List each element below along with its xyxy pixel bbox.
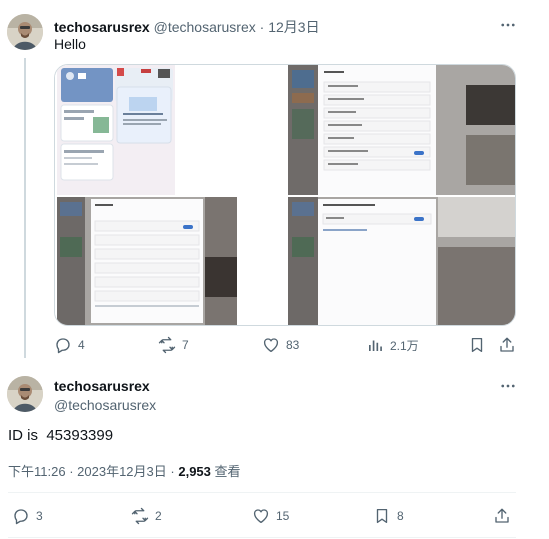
share-icon (500, 337, 514, 352)
avatar[interactable] (7, 14, 43, 50)
reply-icon (14, 509, 28, 525)
bookmark-count: 8 (397, 509, 404, 523)
tweet-text: ID is 45393399 (8, 427, 114, 444)
avatar[interactable] (7, 376, 43, 412)
views-count: 2.1万 (390, 338, 419, 353)
user-handle[interactable]: @techosarusrex (54, 397, 156, 413)
media-grid (54, 64, 516, 326)
thread-connector-line (24, 58, 26, 358)
reply-icon (56, 338, 70, 354)
bookmark-button[interactable] (468, 336, 486, 354)
tweet-header: techosarusrex @techosarusrex · 12月3日 (54, 17, 320, 37)
share-button[interactable] (498, 336, 516, 354)
display-name[interactable]: techosarusrex (54, 19, 150, 35)
media-image-1[interactable] (55, 65, 286, 195)
retweet-button[interactable]: 7 (158, 336, 189, 354)
tweet-date[interactable]: 2023年12月3日 (77, 464, 167, 479)
views-label: 查看 (214, 464, 241, 479)
bookmark-icon (471, 337, 483, 353)
share-button[interactable] (493, 507, 511, 525)
more-icon[interactable] (499, 16, 517, 34)
media-image-2[interactable] (288, 65, 515, 195)
like-count: 83 (286, 338, 300, 352)
like-icon (253, 509, 269, 524)
views-button[interactable]: 2.1万 (366, 336, 419, 354)
tweet-text: Hello (54, 36, 86, 52)
views-count: 2,953 (178, 464, 211, 479)
meta-separator: · (69, 464, 78, 479)
bookmark-button[interactable]: 8 (373, 507, 404, 525)
like-button[interactable]: 83 (262, 336, 299, 354)
divider (8, 492, 516, 493)
share-icon (495, 508, 509, 523)
reply-count: 3 (36, 509, 43, 523)
divider (8, 537, 516, 538)
bookmark-icon (376, 508, 388, 524)
like-icon (263, 338, 279, 353)
tweet-metadata: 下午11:26 · 2023年12月3日 · 2,953 查看 (8, 461, 241, 480)
header-separator: · (259, 19, 265, 35)
retweet-icon (131, 507, 149, 525)
retweet-count: 2 (155, 509, 162, 523)
retweet-button[interactable]: 2 (131, 507, 162, 525)
retweet-count: 7 (182, 338, 189, 352)
more-icon[interactable] (499, 377, 517, 395)
tweet-date[interactable]: 12月3日 (268, 19, 319, 35)
reply-button[interactable]: 3 (12, 507, 43, 525)
like-count: 15 (276, 509, 290, 523)
display-name[interactable]: techosarusrex (54, 378, 150, 394)
media-image-3[interactable] (55, 197, 286, 325)
retweet-icon (158, 336, 176, 354)
views-icon (369, 340, 382, 351)
reply-count: 4 (78, 338, 85, 352)
media-image-4[interactable] (288, 197, 515, 325)
like-button[interactable]: 15 (252, 507, 289, 525)
tweet-time[interactable]: 下午11:26 (8, 464, 66, 479)
user-handle[interactable]: @techosarusrex (154, 19, 256, 35)
reply-button[interactable]: 4 (54, 336, 85, 354)
